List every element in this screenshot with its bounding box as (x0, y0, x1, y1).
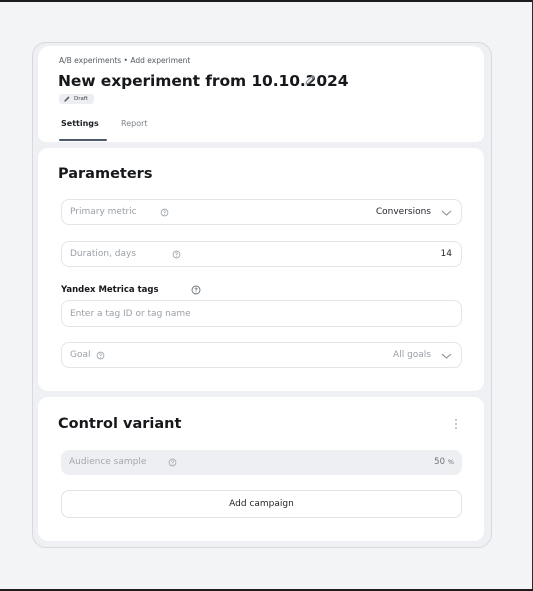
primary-metric-select[interactable]: Primary metric Conversions (61, 199, 462, 225)
audience-sample-unit: % (447, 458, 454, 466)
help-circle-icon[interactable] (96, 351, 105, 360)
window-top-edge (0, 0, 533, 2)
pencil-icon (64, 96, 70, 102)
metrica-tags-input[interactable] (61, 300, 462, 327)
audience-sample-label: Audience sample (69, 457, 147, 467)
pencil-icon[interactable] (303, 73, 317, 87)
breadcrumb[interactable]: A/B experiments • Add experiment (59, 56, 190, 65)
metrica-tags-label: Yandex Metrica tags (61, 285, 159, 295)
help-circle-icon[interactable] (191, 285, 201, 295)
chevron-down-icon (441, 210, 452, 216)
kebab-menu-icon[interactable] (454, 418, 458, 430)
duration-label: Duration, days (70, 249, 137, 259)
parameters-title: Parameters (58, 166, 153, 182)
control-variant-title: Control variant (58, 416, 182, 432)
goal-value: All goals (393, 350, 431, 360)
goal-label: Goal (70, 350, 91, 360)
goal-select[interactable]: Goal All goals (61, 342, 462, 368)
chevron-down-icon (441, 353, 452, 359)
status-badge: Draft (59, 94, 94, 104)
help-circle-icon[interactable] (160, 208, 169, 217)
active-tab-indicator (59, 139, 107, 141)
add-campaign-button[interactable]: Add campaign (61, 490, 462, 518)
tab-settings[interactable]: Settings (61, 119, 99, 128)
audience-sample-value: 50 (434, 457, 445, 467)
duration-value: 14 (440, 249, 452, 259)
audience-sample-field[interactable]: Audience sample 50 % (61, 450, 462, 475)
duration-field[interactable]: Duration, days 14 (61, 241, 462, 267)
primary-metric-label: Primary metric (70, 207, 137, 217)
help-circle-icon[interactable] (172, 250, 181, 259)
status-badge-label: Draft (74, 96, 88, 102)
tab-report[interactable]: Report (121, 119, 148, 128)
help-circle-icon[interactable] (168, 458, 177, 467)
primary-metric-value: Conversions (375, 207, 431, 217)
